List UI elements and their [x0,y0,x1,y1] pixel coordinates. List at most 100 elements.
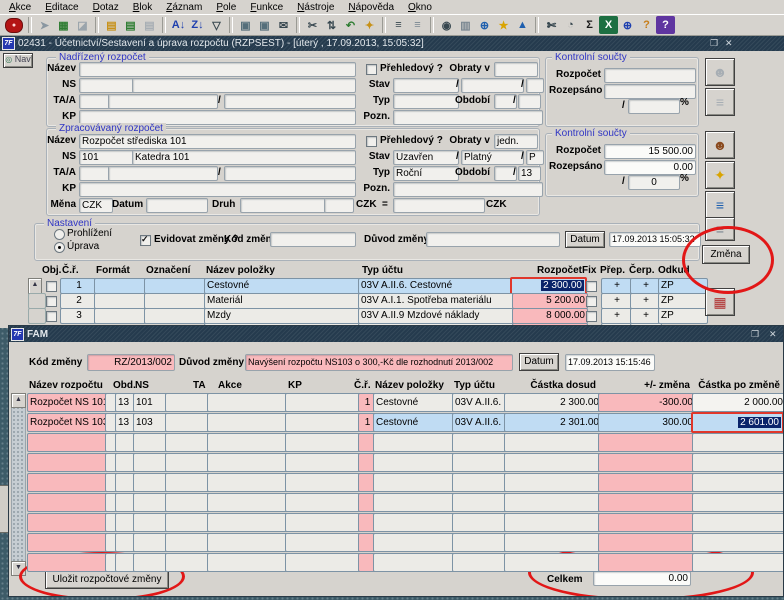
stav-field-1[interactable]: Uzavřen [393,150,459,165]
stav-field-1[interactable] [393,78,459,93]
folder-disabled-icon[interactable]: ▤ [140,16,159,34]
clear-record-icon[interactable]: ◪ [73,16,92,34]
hierarchy-disabled-button[interactable]: ≡ [705,88,735,116]
ta-field-1[interactable] [79,94,111,109]
table-row-empty[interactable] [9,533,784,550]
grid-cell[interactable] [165,493,211,512]
grid-cell[interactable] [504,453,602,472]
cell-typ[interactable]: 03V A.II.6. C [452,413,508,432]
celkem-field[interactable]: 0.00 [593,571,691,586]
grid-cell[interactable] [165,453,211,472]
grid-cell[interactable] [133,473,169,492]
row-selector[interactable] [28,293,46,309]
fix-checkbox[interactable] [586,281,597,292]
grid-cell[interactable] [285,553,362,572]
duvod-zmeny-field[interactable] [426,232,560,247]
stav-field-2[interactable] [461,78,524,93]
prehledovy-checkbox[interactable] [366,64,377,75]
cell-kp[interactable] [285,413,362,432]
grid-cell[interactable] [504,513,602,532]
grid-cell[interactable] [285,533,362,552]
table-row-empty[interactable] [9,553,784,570]
uprava-radio[interactable] [54,242,65,253]
list-icon[interactable]: ≡ [389,16,408,34]
grid-cell[interactable] [27,553,109,572]
cell-nazev[interactable]: Rozpočet NS 103 [27,413,109,432]
sum-icon[interactable]: Σ [580,16,599,34]
mena-field[interactable]: CZK [79,198,113,213]
table-row-empty[interactable] [9,453,784,470]
grid-cell-cr[interactable]: 2 [60,293,98,309]
grid-cell-polozka[interactable]: Mzdy [204,308,362,324]
grid-cell[interactable] [692,533,784,552]
grid-cell-rozpocet[interactable]: 8 000.00 [512,308,588,324]
obdobi-field-2[interactable]: 13 [518,166,541,181]
ta-field-2[interactable] [108,94,218,109]
grid-cell[interactable] [504,433,602,452]
grid-cell-oznaceni[interactable] [144,278,208,294]
table-row-empty[interactable] [9,433,784,450]
obraty-field[interactable]: jedn. [494,134,538,149]
grid-cell-typ[interactable]: 03V A.II.6. Cestovné [358,278,514,294]
calendar-button[interactable]: ▦ [705,288,735,316]
cell-kp[interactable] [285,393,362,412]
grid-cell[interactable] [207,453,289,472]
grid-cell[interactable] [452,553,508,572]
grid-cell[interactable] [133,493,169,512]
grid-cell[interactable] [207,433,289,452]
grid-cell[interactable] [27,453,109,472]
table-row-selected[interactable]: Rozpočet NS 103 13 103 1 Cestovné 03V A.… [9,413,784,430]
stav-field-3[interactable]: P [526,150,544,165]
link-cut-icon[interactable]: ✄ [542,16,561,34]
refresh-icon[interactable]: ↶ [341,16,360,34]
filter-icon[interactable]: ▽ [207,16,226,34]
main-window-titlebar[interactable]: 7F 02431 - Účetnictví/Sestavení a úprava… [0,36,784,51]
sort-desc-icon[interactable]: Z↓ [188,16,207,34]
cut-icon[interactable]: ✂ [303,16,322,34]
menu-item-1[interactable]: Akce [2,1,38,14]
grid-cell[interactable] [27,433,109,452]
ns-name-field[interactable]: Katedra 101 [132,150,356,165]
grid-cell[interactable] [504,533,602,552]
pozn-field[interactable] [393,182,543,197]
grid-cell[interactable] [27,513,109,532]
cell-ns[interactable]: 101 [133,393,169,412]
grid-cell-oznaceni[interactable] [144,308,208,324]
datum-value-field[interactable]: 17.09.2013 15:15:46 [565,354,655,371]
kod-zmeny-field[interactable] [270,232,356,247]
grid-cell-prep[interactable]: + [601,278,633,294]
grid-cell[interactable] [452,533,508,552]
web-export-icon[interactable]: ⊕ [618,16,637,34]
cell-ns[interactable]: 103 [133,413,169,432]
grid-cell[interactable] [373,493,456,512]
grid-cell-polozka[interactable]: Materiál [204,293,362,309]
grid-cell[interactable] [598,493,696,512]
ns-name-field[interactable] [132,78,356,93]
czk-rate-field[interactable] [393,198,485,213]
grid-cell[interactable] [504,493,602,512]
grid-cell-odkud[interactable]: ZP [658,308,708,324]
grid-cell[interactable] [692,513,784,532]
ns-code-field[interactable]: 101 [79,150,135,165]
cell-akce[interactable] [207,393,289,412]
open-folder-icon[interactable]: ▤ [102,16,121,34]
rozpocet-sum-field[interactable]: 15 500.00 [604,144,696,159]
exit-button[interactable]: ● [5,18,23,33]
grid-cell[interactable] [692,473,784,492]
grid-cell[interactable] [692,453,784,472]
percent-field[interactable] [628,99,680,114]
close-icon[interactable]: ✕ [725,38,733,49]
grid-cell-cr[interactable]: 1 [60,278,98,294]
grid-cell[interactable] [133,433,169,452]
obdobi-field-2[interactable] [518,94,541,109]
cell-zmena[interactable]: 300.00 [598,413,696,432]
grid-cell-typ[interactable]: 03V A.II.9 Mzdové náklady [358,308,514,324]
grid-cell[interactable] [373,513,456,532]
tree-button[interactable]: ≡ [705,191,735,219]
cell-polozka[interactable]: Cestovné [373,413,456,432]
ta-field-2[interactable] [108,166,218,181]
grid-cell[interactable] [504,473,602,492]
grid-cell[interactable] [165,433,211,452]
prohlizeni-radio[interactable] [54,229,65,240]
grid-cell[interactable] [207,553,289,572]
